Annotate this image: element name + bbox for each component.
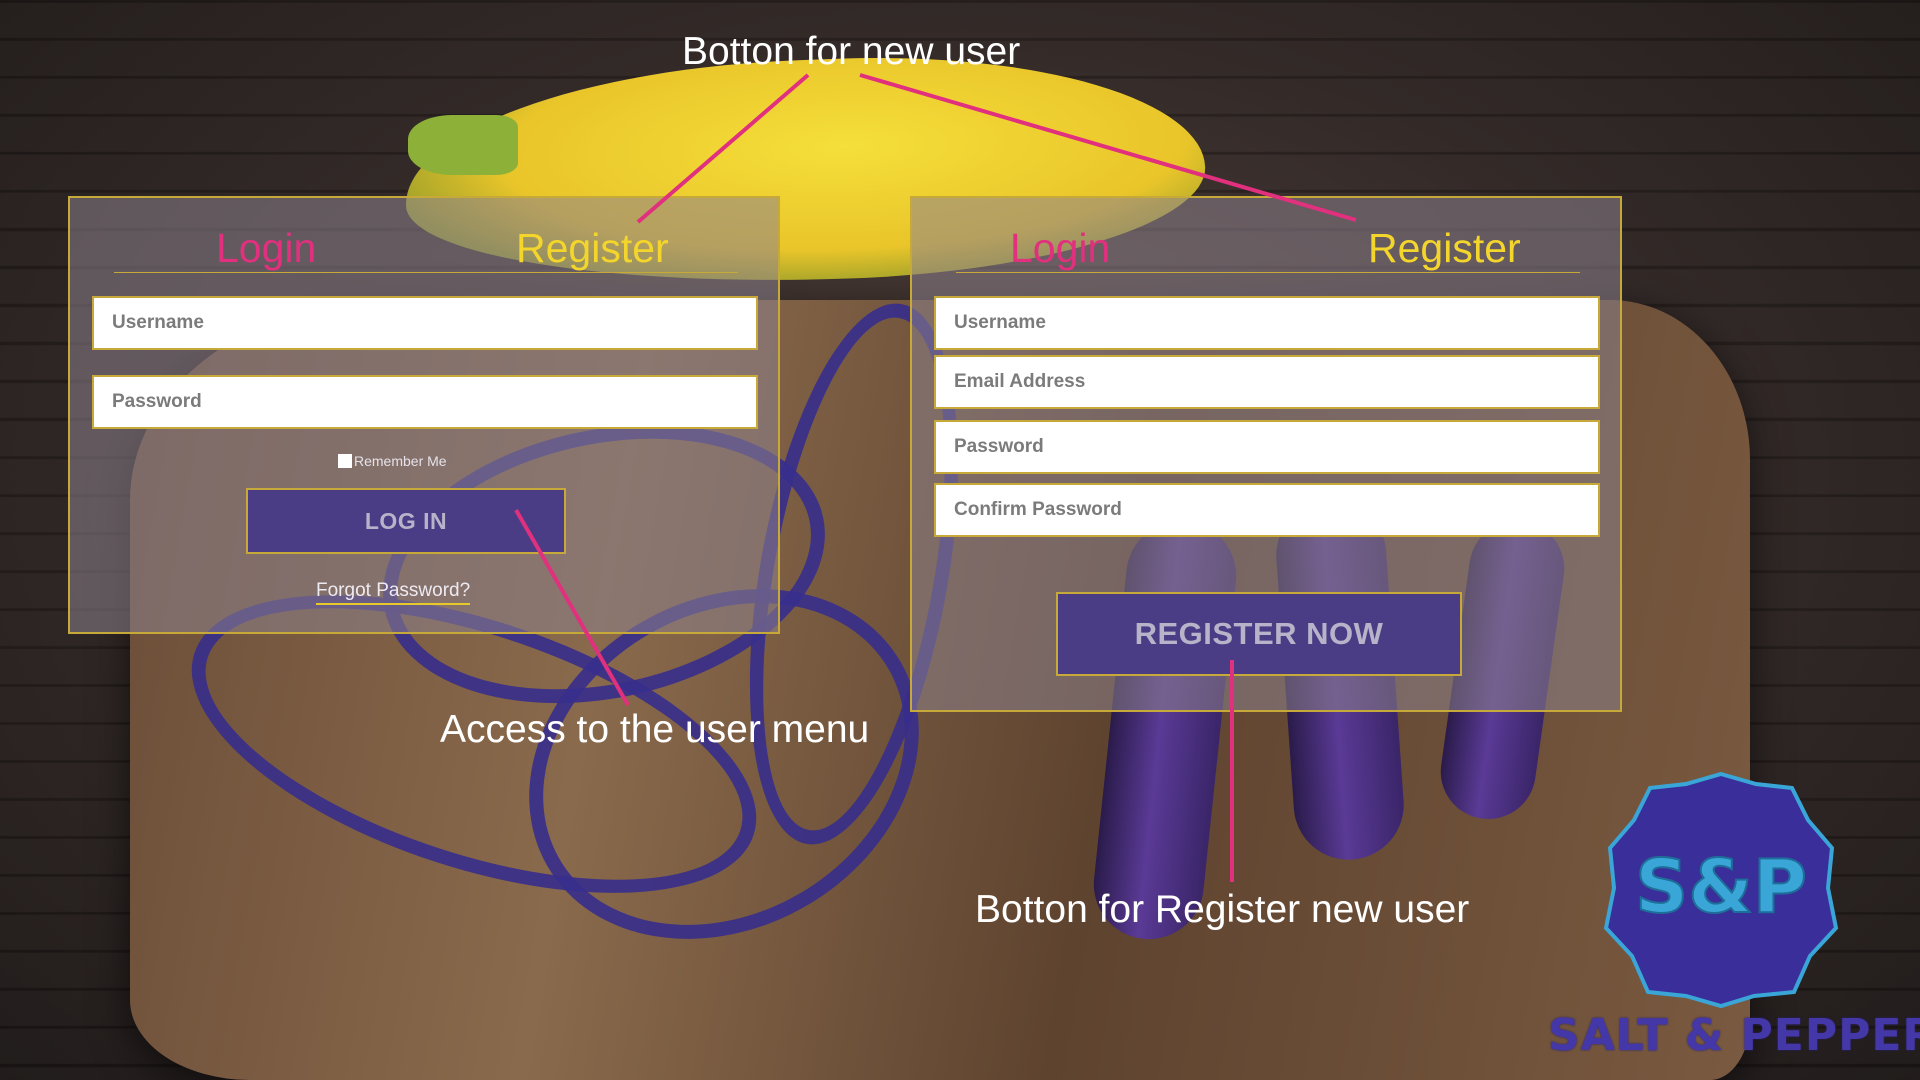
register-panel: Login Register REGISTER NOW (910, 196, 1622, 712)
login-panel: Login Register Remember Me LOG IN Forgot… (68, 196, 780, 634)
login-panel-tabs: Login Register (114, 224, 738, 273)
email-input[interactable] (934, 355, 1600, 409)
annotation-user-menu: Access to the user menu (440, 708, 870, 751)
password-input[interactable] (934, 420, 1600, 474)
username-input[interactable] (934, 296, 1600, 350)
username-input[interactable] (92, 296, 758, 350)
remember-me-checkbox[interactable] (338, 454, 352, 468)
logo-monogram: S&P (1635, 844, 1807, 930)
logo-wordmark: SALT & PEPPER (1548, 1010, 1920, 1061)
tab-register[interactable]: Register (516, 224, 669, 272)
register-panel-tabs: Login Register (956, 224, 1580, 273)
tab-login[interactable]: Login (216, 224, 316, 272)
register-now-button[interactable]: REGISTER NOW (1056, 592, 1462, 676)
tab-login[interactable]: Login (1010, 224, 1110, 272)
confirm-password-input[interactable] (934, 483, 1600, 537)
tab-register[interactable]: Register (1368, 224, 1521, 272)
remember-me-label: Remember Me (354, 453, 447, 469)
remember-me: Remember Me (338, 453, 447, 469)
login-button[interactable]: LOG IN (246, 488, 566, 554)
forgot-password-link[interactable]: Forgot Password? (316, 580, 471, 605)
annotation-register-new-user: Botton for Register new user (975, 888, 1470, 931)
logo-badge: S&P (1603, 771, 1839, 1009)
password-input[interactable] (92, 375, 758, 429)
annotation-new-user: Botton for new user (682, 30, 1021, 73)
zucchini-stem (408, 115, 518, 175)
